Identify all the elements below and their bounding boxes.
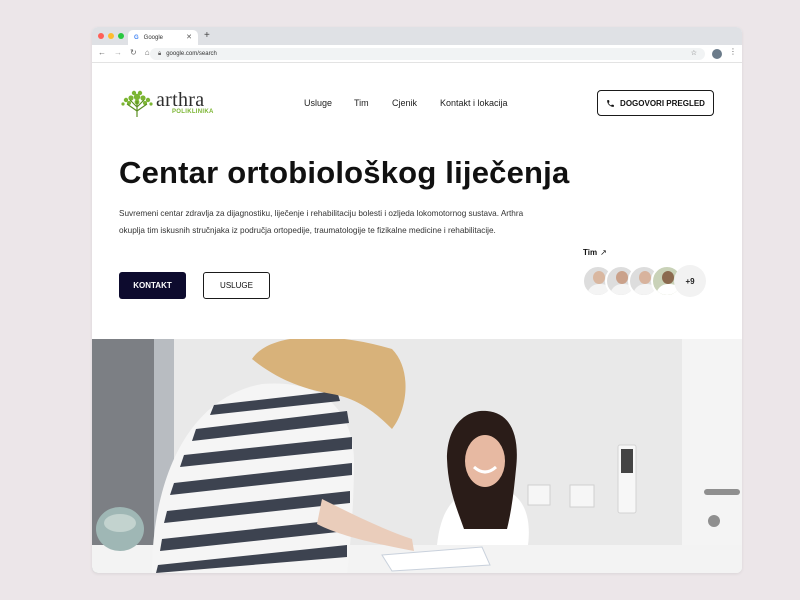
services-button[interactable]: USLUGE bbox=[203, 272, 270, 299]
close-window-dot[interactable] bbox=[98, 33, 104, 39]
team-link[interactable]: Tim ↗ bbox=[583, 248, 607, 257]
browser-tab-strip: G Google ✕ + bbox=[92, 27, 742, 45]
team-avatars: +9 bbox=[582, 265, 722, 297]
browser-menu-icon[interactable]: ⋮ bbox=[729, 47, 737, 56]
phone-icon bbox=[607, 99, 614, 107]
nav-link-tim[interactable]: Tim bbox=[354, 98, 369, 108]
browser-toolbar: ← → ↻ ⌂ 🔒︎ google.com/search ☆ ⋮ bbox=[92, 45, 742, 63]
hero-title: Centar ortobiološkog liječenja bbox=[119, 155, 570, 190]
maximize-window-dot[interactable] bbox=[118, 33, 124, 39]
minimize-window-dot[interactable] bbox=[108, 33, 114, 39]
reload-icon[interactable]: ↻ bbox=[130, 48, 137, 57]
window-controls bbox=[98, 33, 124, 39]
hero-photo bbox=[92, 339, 742, 573]
browser-tab-title: Google bbox=[143, 34, 164, 41]
profile-avatar[interactable] bbox=[712, 49, 722, 59]
nav-link-kontakt[interactable]: Kontakt i lokacija bbox=[440, 98, 508, 108]
bookmark-star-icon[interactable]: ☆ bbox=[691, 49, 697, 57]
browser-window: G Google ✕ + ← → ↻ ⌂ 🔒︎ google.com/searc… bbox=[92, 27, 742, 573]
browser-tab[interactable]: G Google ✕ bbox=[128, 30, 198, 45]
book-appointment-button[interactable]: DOGOVORI PREGLED bbox=[597, 90, 714, 116]
forward-icon[interactable]: → bbox=[114, 48, 122, 57]
arrow-up-right-icon: ↗ bbox=[600, 248, 607, 257]
home-icon[interactable]: ⌂ bbox=[145, 48, 150, 57]
address-bar-url: google.com/search bbox=[166, 51, 217, 57]
google-favicon-icon: G bbox=[134, 34, 139, 41]
new-tab-icon[interactable]: + bbox=[204, 30, 210, 41]
close-tab-icon[interactable]: ✕ bbox=[186, 33, 192, 41]
nav-link-cjenik[interactable]: Cjenik bbox=[392, 98, 417, 108]
back-icon[interactable]: ← bbox=[98, 48, 106, 57]
nav-link-usluge[interactable]: Usluge bbox=[304, 98, 332, 108]
team-label: Tim bbox=[583, 248, 598, 257]
book-appointment-label: DOGOVORI PREGLED bbox=[620, 98, 705, 108]
address-bar[interactable]: 🔒︎ google.com/search ☆ bbox=[150, 48, 705, 60]
lock-icon: 🔒︎ bbox=[158, 50, 162, 57]
hero-description: Suvremeni centar zdravlja za dijagnostik… bbox=[119, 209, 524, 235]
more-team-members-badge[interactable]: +9 bbox=[674, 265, 706, 297]
consultation-photo bbox=[92, 339, 742, 573]
contact-button[interactable]: KONTAKT bbox=[119, 272, 186, 299]
